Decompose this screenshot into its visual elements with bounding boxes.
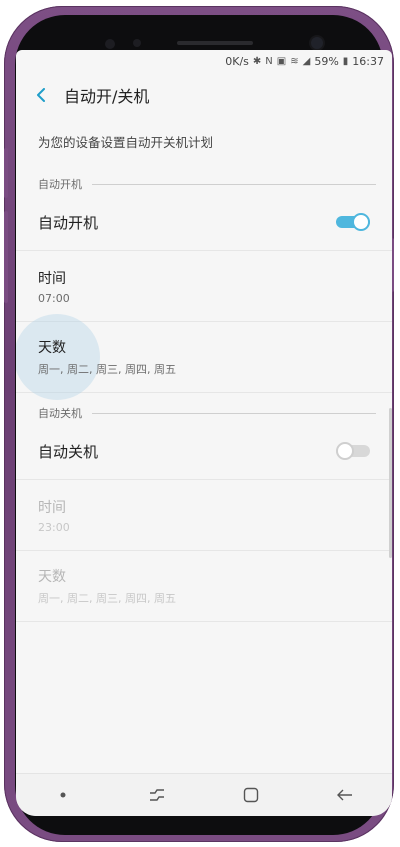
nfc-icon: N [265, 55, 273, 67]
switch-thumb [352, 213, 370, 231]
days-value: 周一, 周二, 周三, 周四, 周五 [38, 363, 176, 376]
battery-percent: 59% [314, 54, 339, 68]
section-label: 自动关机 [38, 407, 82, 420]
net-speed: 0K/s [225, 54, 249, 68]
days-title: 天数 [38, 340, 66, 356]
home-icon[interactable] [231, 780, 271, 810]
app-bar: 自动开/关机 [16, 72, 392, 118]
volume-button [4, 148, 8, 198]
sensor-icon [133, 39, 141, 47]
sensor-icon [105, 39, 115, 49]
section-header-auto-on: 自动开机 [38, 174, 376, 194]
vibrate-icon: ▣ [276, 55, 287, 67]
auto-on-toggle-row[interactable]: 自动开机 [16, 194, 392, 251]
phone-frame: 0K/s ✱ N ▣ ≋ ◢ 59% ▮ 16:37 自动开/关机 为您的设备设… [4, 6, 394, 842]
back-arrow-icon[interactable] [30, 84, 52, 106]
auto-on-label: 自动开机 [38, 213, 99, 232]
description-text: 为您的设备设置自动开关机计划 [38, 135, 214, 150]
bixby-button [4, 211, 8, 303]
time-title: 时间 [38, 499, 66, 516]
auto-off-time-row: 时间 23:00 [16, 480, 392, 551]
battery-icon: ▮ [342, 55, 349, 67]
section-divider [92, 183, 376, 185]
recents-icon[interactable] [137, 780, 177, 810]
front-camera-icon [311, 37, 323, 49]
time-value: 23:00 [38, 520, 70, 534]
scrollbar[interactable] [389, 408, 392, 558]
dot-indicator-icon[interactable] [43, 780, 83, 810]
auto-off-days-row: 天数 周一, 周二, 周三, 周四, 周五 [16, 551, 392, 622]
navigation-bar [16, 773, 392, 816]
signal-icon: ◢ [302, 55, 311, 67]
clock: 16:37 [352, 54, 384, 68]
back-nav-icon[interactable] [325, 780, 365, 810]
section-label: 自动开机 [38, 178, 82, 191]
days-title: 天数 [38, 569, 66, 585]
auto-off-switch[interactable] [336, 442, 370, 460]
touch-ripple [16, 314, 100, 400]
time-value: 07:00 [38, 291, 70, 305]
wifi-icon: ≋ [290, 55, 299, 67]
status-bar: 0K/s ✱ N ▣ ≋ ◢ 59% ▮ 16:37 [16, 50, 392, 72]
speaker-grille [177, 41, 253, 45]
time-title: 时间 [38, 270, 66, 287]
auto-on-switch[interactable] [336, 213, 370, 231]
page-title: 自动开/关机 [64, 87, 150, 106]
bluetooth-icon: ✱ [252, 55, 262, 67]
auto-on-time-row[interactable]: 时间 07:00 [16, 251, 392, 322]
auto-on-days-row[interactable]: 天数 周一, 周二, 周三, 周四, 周五 [16, 314, 392, 400]
section-divider [92, 412, 376, 414]
days-value: 周一, 周二, 周三, 周四, 周五 [38, 592, 176, 605]
section-header-auto-off: 自动关机 [38, 403, 376, 423]
switch-thumb [336, 442, 354, 460]
auto-off-toggle-row[interactable]: 自动关机 [16, 423, 392, 480]
screen: 0K/s ✱ N ▣ ≋ ◢ 59% ▮ 16:37 自动开/关机 为您的设备设… [16, 50, 392, 816]
auto-off-label: 自动关机 [38, 442, 99, 461]
